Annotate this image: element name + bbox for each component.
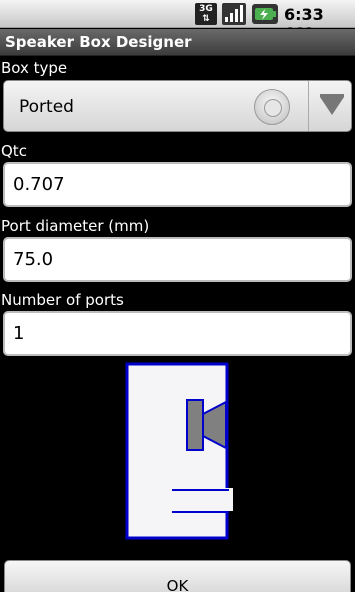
title-bar: Speaker Box Designer <box>0 29 355 56</box>
port-diameter-input[interactable] <box>5 239 350 280</box>
box-type-value: Ported <box>19 97 74 117</box>
qtc-label: Qtc <box>1 142 27 160</box>
port-diameter-label: Port diameter (mm) <box>1 217 150 235</box>
speaker-box-diagram <box>125 362 233 540</box>
dropdown-arrow-icon[interactable] <box>320 97 344 115</box>
qtc-field-box[interactable] <box>3 162 352 207</box>
signal-icon <box>222 3 246 25</box>
radio-icon <box>254 89 290 125</box>
number-of-ports-label: Number of ports <box>1 291 124 309</box>
port-opening <box>221 488 233 511</box>
ok-button[interactable]: OK <box>4 560 351 592</box>
spinner-divider <box>308 81 309 131</box>
app-title: Speaker Box Designer <box>5 33 192 51</box>
number-of-ports-input[interactable] <box>5 313 350 354</box>
3g-icon: 3G ⇅ <box>195 3 217 25</box>
number-of-ports-field-box[interactable] <box>3 311 352 356</box>
box-type-label: Box type <box>1 59 68 77</box>
qtc-input[interactable] <box>5 164 350 205</box>
battery-icon <box>252 4 278 24</box>
network-type: 3G <box>199 4 213 14</box>
port-diameter-field-box[interactable] <box>3 237 352 282</box>
box-type-spinner[interactable]: Ported <box>3 80 352 132</box>
driver-magnet <box>186 399 204 451</box>
status-bar: 3G⇅ 6:33 AM <box>0 0 355 43</box>
